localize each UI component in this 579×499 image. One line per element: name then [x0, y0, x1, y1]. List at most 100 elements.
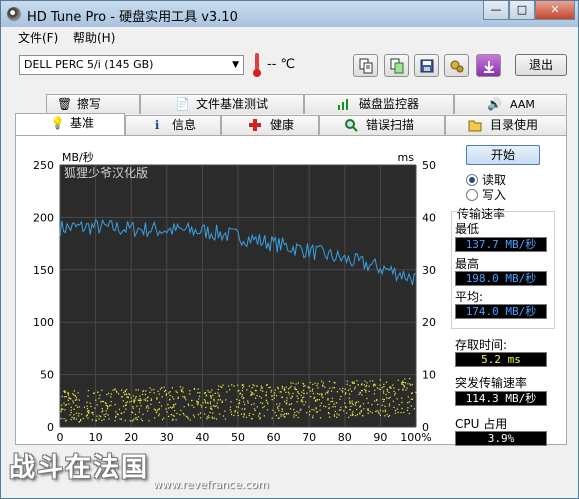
access-time-point [363, 384, 365, 386]
access-time-point [349, 409, 351, 411]
access-time-point [133, 418, 135, 420]
tab-erase[interactable]: 🗑 擦写 [46, 94, 140, 114]
access-time-point [327, 412, 330, 414]
access-time-point [156, 398, 158, 400]
access-time-point [204, 400, 206, 402]
access-time-point [349, 388, 351, 390]
access-time-point [326, 391, 328, 393]
x-tick-label: 80 [338, 431, 352, 444]
read-radio[interactable] [466, 174, 478, 186]
access-time-point [182, 396, 184, 398]
access-time-point [356, 380, 358, 382]
access-time-point [64, 396, 66, 398]
access-time-point [401, 407, 403, 409]
tab-folder-usage-label: 目录使用 [490, 118, 539, 132]
access-time-point [210, 391, 212, 393]
access-time-point [386, 397, 388, 399]
access-time-point [188, 404, 190, 406]
access-time-point [270, 391, 272, 393]
access-time-point [212, 412, 214, 414]
access-time-point [131, 411, 133, 413]
minimize-tray-button[interactable] [476, 54, 501, 77]
access-time-point [120, 389, 123, 391]
tab-benchmark[interactable]: 💡 基准 [15, 113, 125, 135]
access-time-point [110, 393, 112, 395]
access-time-point [344, 388, 346, 390]
access-time-point [398, 389, 400, 391]
write-option[interactable]: 写入 [466, 186, 506, 203]
start-button[interactable]: 开始 [466, 145, 540, 165]
close-button[interactable]: ✕ [535, 1, 575, 20]
access-time-point [393, 390, 395, 392]
minimize-button[interactable]: — [483, 1, 509, 20]
title-bar[interactable]: HD Tune Pro - 硬盘实用工具 v3.10 — □ ✕ [1, 1, 578, 27]
trash-icon: 🗑 [57, 97, 73, 111]
tab-info[interactable]: ℹ 信息 [125, 115, 221, 135]
access-time-point [409, 383, 411, 385]
access-time-point [255, 397, 257, 399]
access-time-point [189, 393, 191, 395]
access-time-point [242, 416, 245, 418]
copy-screenshot-button[interactable] [384, 54, 409, 77]
access-time-point [83, 406, 85, 408]
access-time-point [279, 403, 281, 405]
access-time-point [94, 407, 96, 409]
access-time-point [231, 384, 233, 386]
tab-aam[interactable]: 🔊 AAM [454, 94, 567, 114]
access-time-point [99, 415, 101, 417]
access-time-point [303, 385, 305, 387]
access-time-point [333, 403, 335, 405]
access-time-point [72, 400, 74, 402]
access-time-point [237, 414, 239, 417]
access-time-point [409, 378, 411, 380]
access-time-point [340, 395, 342, 398]
menu-file[interactable]: 文件(F) [18, 29, 58, 46]
access-time-point [150, 399, 152, 401]
access-time-point [61, 408, 63, 410]
access-time-point [197, 392, 199, 394]
access-time-point [71, 416, 73, 418]
access-time-point [311, 390, 313, 392]
drive-select[interactable]: DELL PERC 5/i (145 GB) ▼ [19, 55, 244, 75]
access-time-point [381, 387, 383, 389]
save-button[interactable] [414, 54, 439, 77]
access-time-point [351, 402, 353, 404]
copy-info-button[interactable] [353, 54, 378, 77]
menu-help[interactable]: 帮助(H) [73, 29, 115, 46]
access-time-point [244, 403, 246, 406]
access-time-point [208, 417, 210, 419]
access-time-point [145, 400, 147, 402]
access-time-point [201, 406, 203, 408]
access-time-point [135, 396, 137, 398]
tab-health[interactable]: 健康 [221, 115, 319, 135]
access-time-point [272, 409, 274, 411]
access-time-point [82, 417, 84, 420]
access-time-point [224, 418, 227, 420]
access-time-point [353, 381, 355, 383]
write-radio[interactable] [466, 189, 478, 201]
tab-file-benchmark[interactable]: 📄 文件基准测试 [140, 94, 304, 114]
access-time-point [101, 389, 103, 391]
access-time-point [251, 387, 253, 389]
access-time-point [140, 399, 142, 401]
access-time-point [271, 417, 273, 419]
exit-button[interactable]: 退出 [515, 54, 567, 76]
tab-disk-monitor[interactable]: 磁盘监控器 [304, 94, 454, 114]
access-time-point [302, 397, 304, 399]
access-time-point [95, 419, 97, 421]
access-time-point [349, 393, 351, 395]
access-time-point [157, 390, 159, 392]
access-time-point [260, 402, 262, 404]
access-time-point [351, 400, 353, 402]
tab-error-scan[interactable]: 错误扫描 [319, 115, 445, 135]
tab-folder-usage[interactable]: 目录使用 [445, 115, 567, 135]
x-tick-label: 20 [124, 431, 138, 444]
access-time-point [67, 399, 69, 401]
maximize-button[interactable]: □ [509, 1, 535, 20]
access-time-point [265, 391, 267, 393]
access-time-point [67, 392, 69, 394]
access-time-point [138, 411, 140, 413]
speaker-icon: 🔊 [487, 97, 502, 111]
access-time-point [394, 412, 396, 414]
options-button[interactable] [444, 54, 469, 77]
